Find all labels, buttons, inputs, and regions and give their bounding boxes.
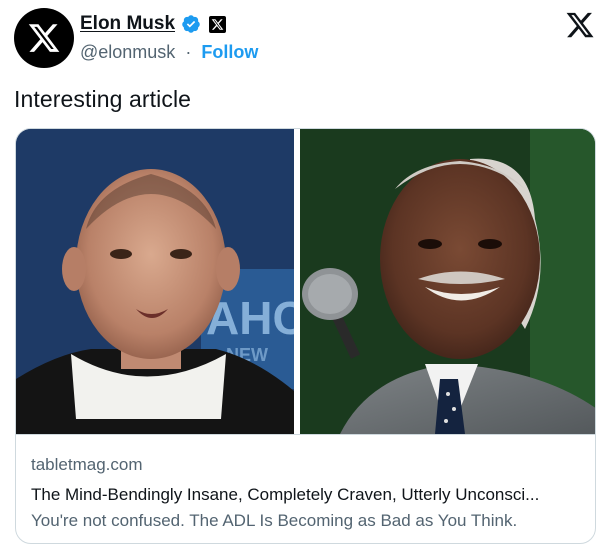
author-handle[interactable]: @elonmusk bbox=[80, 42, 175, 62]
card-title: The Mind-Bendingly Insane, Completely Cr… bbox=[31, 485, 540, 504]
card-description: You're not confused. The ADL Is Becoming… bbox=[31, 511, 518, 530]
portrait-right-illustration bbox=[300, 129, 595, 434]
handle-row: @elonmusk · Follow bbox=[80, 42, 258, 64]
card-photo-right bbox=[300, 129, 595, 434]
card-meta[interactable]: tabletmag.com The Mind-Bendingly Insane,… bbox=[16, 434, 595, 543]
separator-dot: · bbox=[185, 42, 192, 62]
link-card[interactable]: AHC NEW bbox=[15, 128, 596, 544]
author-name[interactable]: Elon Musk bbox=[80, 13, 175, 35]
follow-link[interactable]: Follow bbox=[201, 42, 258, 62]
portrait-left-illustration: AHC NEW bbox=[16, 129, 294, 434]
card-image[interactable]: AHC NEW bbox=[16, 129, 595, 434]
avatar[interactable] bbox=[14, 8, 74, 68]
verified-badge-icon bbox=[182, 15, 200, 33]
x-logo-icon bbox=[28, 24, 60, 52]
x-affiliation-icon bbox=[209, 15, 227, 33]
tweet-embed: Elon Musk @elonmusk · Follow Interesting… bbox=[0, 0, 611, 552]
author-block: Elon Musk @elonmusk · Follow bbox=[80, 12, 258, 64]
author-name-row: Elon Musk bbox=[80, 12, 258, 36]
x-logo-icon[interactable] bbox=[565, 10, 595, 40]
card-photo-left: AHC NEW bbox=[16, 129, 294, 434]
tweet-text: Interesting article bbox=[14, 86, 192, 112]
card-domain: tabletmag.com bbox=[31, 455, 143, 474]
